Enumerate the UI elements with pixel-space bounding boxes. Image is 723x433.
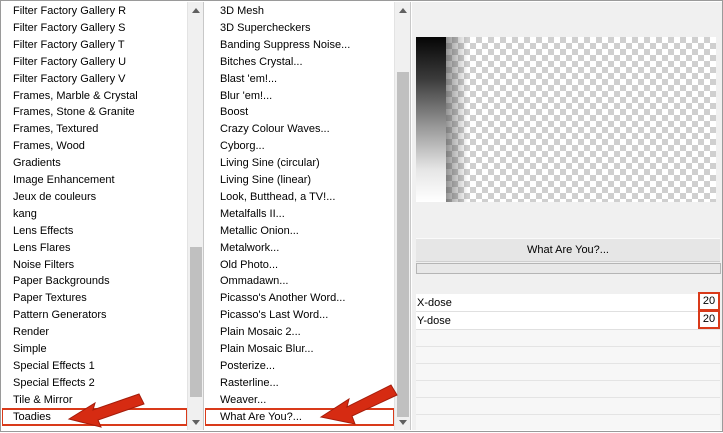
category-list-item[interactable]: Simple <box>2 341 187 357</box>
filter-list-item[interactable]: Old Photo... <box>205 257 394 273</box>
category-scrollbar[interactable] <box>187 2 203 430</box>
filter-list-item[interactable]: Cyborg... <box>205 138 394 154</box>
filter-panel: 3D Mesh 3D Supercheckers Banding Suppress … <box>205 2 411 430</box>
filter-dialog: Filter Factory Gallery R Filter Factory G… <box>0 0 723 432</box>
category-list-item[interactable]: Frames, Textured <box>2 121 187 137</box>
filter-scrollbar[interactable] <box>394 2 410 430</box>
filter-list-item[interactable]: Metallic Onion... <box>205 223 394 239</box>
category-list-item[interactable]: Render <box>2 324 187 340</box>
category-list-item[interactable]: Jeux de couleurs <box>2 189 187 205</box>
filter-list-item[interactable]: Metalfalls II... <box>205 206 394 222</box>
category-list-item[interactable]: Special Effects 1 <box>2 358 187 374</box>
param-row-x-dose[interactable]: X-dose 20 <box>416 292 720 312</box>
filter-list-item[interactable]: Metalwork... <box>205 240 394 256</box>
empty-param-row <box>416 415 720 430</box>
transparency-checker <box>446 37 716 202</box>
filter-list-item[interactable]: Look, Butthead, a TV!... <box>205 189 394 205</box>
preview-image <box>416 37 716 202</box>
empty-param-row <box>416 398 720 415</box>
filter-list-item[interactable]: Picasso's Last Word... <box>205 307 394 323</box>
empty-param-row <box>416 364 720 381</box>
filter-list-item[interactable]: 3D Mesh <box>205 3 394 19</box>
filter-list-item[interactable]: Living Sine (linear) <box>205 172 394 188</box>
filter-list-item[interactable]: Banding Suppress Noise... <box>205 37 394 53</box>
filter-list-item[interactable]: Plain Mosaic 2... <box>205 324 394 340</box>
category-list-item[interactable]: Special Effects 2 <box>2 375 187 391</box>
category-list-item[interactable]: Lens Flares <box>2 240 187 256</box>
category-list-item[interactable]: kang <box>2 206 187 222</box>
filter-list-item[interactable]: Boost <box>205 104 394 120</box>
filter-list-item[interactable]: Living Sine (circular) <box>205 155 394 171</box>
filter-list-item[interactable]: Ommadawn... <box>205 273 394 289</box>
filter-list-item[interactable]: Bitches Crystal... <box>205 54 394 70</box>
param-value[interactable]: 20 <box>698 292 720 311</box>
category-list-item[interactable]: Filter Factory Gallery S <box>2 20 187 36</box>
scroll-up-icon[interactable] <box>188 2 203 18</box>
param-label: X-dose <box>417 297 452 309</box>
filter-list-item[interactable]: Blast 'em!... <box>205 71 394 87</box>
category-list-item[interactable]: Pattern Generators <box>2 307 187 323</box>
empty-param-row <box>416 381 720 398</box>
category-list-item[interactable]: Filter Factory Gallery U <box>2 54 187 70</box>
filter-list-item[interactable]: Plain Mosaic Blur... <box>205 341 394 357</box>
pointer-arrow-icon <box>319 384 398 425</box>
filter-title: What Are You?... <box>416 238 720 262</box>
category-list-item[interactable]: Frames, Stone & Granite <box>2 104 187 120</box>
filter-list-item[interactable]: 3D Supercheckers <box>205 20 394 36</box>
category-list-item[interactable]: Frames, Marble & Crystal <box>2 88 187 104</box>
pointer-arrow-icon <box>67 393 145 428</box>
category-list-item[interactable]: Filter Factory Gallery T <box>2 37 187 53</box>
category-list-item[interactable]: Paper Textures <box>2 290 187 306</box>
param-row-y-dose[interactable]: Y-dose 20 <box>416 310 720 330</box>
category-list-item[interactable]: Gradients <box>2 155 187 171</box>
scroll-down-icon[interactable] <box>188 414 203 430</box>
filter-list-item[interactable]: Picasso's Another Word... <box>205 290 394 306</box>
param-label: Y-dose <box>417 315 451 327</box>
scroll-up-icon[interactable] <box>395 2 410 18</box>
preview-fade <box>446 37 468 202</box>
preview-gradient <box>416 37 446 202</box>
category-list-item[interactable]: Image Enhancement <box>2 172 187 188</box>
category-list-item[interactable]: Paper Backgrounds <box>2 273 187 289</box>
progress-bar <box>416 263 721 274</box>
scroll-thumb[interactable] <box>190 247 202 397</box>
scroll-thumb[interactable] <box>397 72 409 417</box>
category-list-item[interactable]: Noise Filters <box>2 257 187 273</box>
category-panel: Filter Factory Gallery R Filter Factory G… <box>2 2 204 430</box>
filter-list-item[interactable]: Blur 'em!... <box>205 88 394 104</box>
category-list-item[interactable]: Lens Effects <box>2 223 187 239</box>
empty-param-row <box>416 347 720 364</box>
param-value[interactable]: 20 <box>698 310 720 329</box>
category-list-item[interactable]: Filter Factory Gallery V <box>2 71 187 87</box>
filter-list-item[interactable]: Crazy Colour Waves... <box>205 121 394 137</box>
filter-list-item[interactable]: Posterize... <box>205 358 394 374</box>
category-list-item[interactable]: Filter Factory Gallery R <box>2 3 187 19</box>
empty-param-row <box>416 330 720 347</box>
settings-panel: What Are You?... X-dose 20 Y-dose 20 <box>412 2 722 430</box>
category-list-item[interactable]: Frames, Wood <box>2 138 187 154</box>
